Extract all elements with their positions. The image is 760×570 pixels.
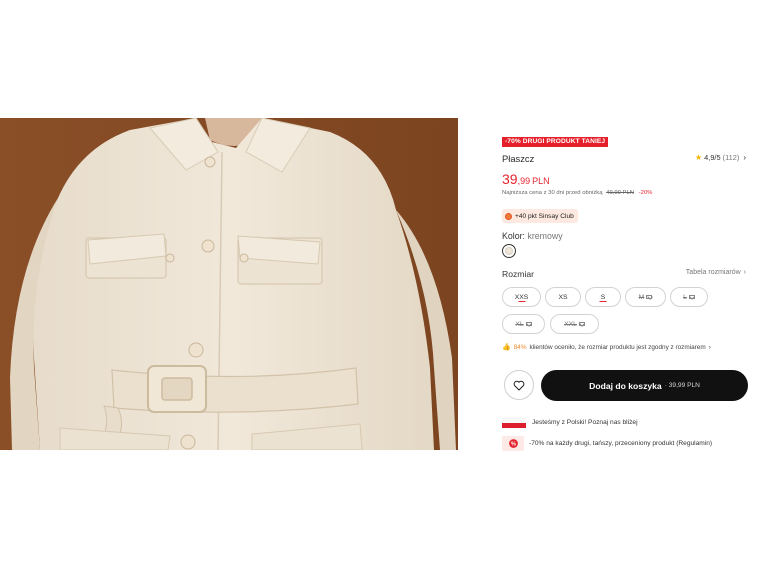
size-option-xl[interactable]: XL [502,314,545,334]
color-swatch-fill [505,247,513,255]
color-label-prefix: Kolor: [502,231,525,241]
poland-info-row[interactable]: Jesteśmy z Polski! Poznaj nas bliżej [502,417,638,428]
fit-text: klientów oceniło, że rozmiar produktu je… [529,343,706,351]
size-option-xs[interactable]: XS [545,287,581,307]
product-price: 39,99 PLN [502,171,550,189]
poland-info-text: Jesteśmy z Polski! Poznaj nas bliżej [532,419,638,426]
chevron-right-icon: › [743,153,746,162]
size-option-label: L [683,293,687,301]
club-points-badge: +40 pkt Sinsay Club [502,209,578,223]
size-option-m[interactable]: M [625,287,666,307]
lowest-price-info: Najniższa cena z 30 dni przed obniżką 49… [502,190,652,196]
wishlist-button[interactable] [504,370,534,400]
color-label: Kolor: kremowy [502,231,563,241]
size-option-xxs[interactable]: XXS [502,287,541,307]
size-label: Rozmiar [502,269,534,279]
add-to-cart-button[interactable]: Dodaj do koszyka · 39,99 PLN [541,370,748,401]
size-fit-info[interactable]: 👍 84% klientów oceniło, że rozmiar produ… [502,343,711,352]
size-option-label: M [638,293,645,301]
heart-icon [513,380,525,390]
size-option-xxl[interactable]: XXL [550,314,599,334]
svg-text:%: % [511,442,516,448]
chevron-right-icon: › [743,269,746,276]
color-value: kremowy [527,231,563,241]
mail-icon [688,294,695,300]
size-table-link[interactable]: Tabela rozmiarów › [686,269,746,276]
chevron-right-icon: › [708,343,711,351]
mail-icon [646,294,653,300]
price-integer: 39 [502,171,518,187]
club-points-label: +40 pkt Sinsay Club [515,212,574,220]
mail-icon [578,321,585,327]
star-icon: ★ [694,153,703,162]
fit-percent: 84% [513,343,527,351]
size-option-label: S [600,293,606,301]
size-option-l[interactable]: L [670,287,708,307]
promo-info-text: -70% na każdy drugi, tańszy, przeceniony… [529,440,713,447]
size-option-label: XXS [514,293,529,301]
add-to-cart-label: Dodaj do koszyka [589,380,662,391]
poland-flag-icon [502,417,526,428]
price-currency: PLN [532,176,550,186]
size-option-label: XL [515,320,524,328]
discount-percent: -20% [638,190,653,196]
mail-icon [525,321,532,327]
low-stock-indicator [518,300,525,302]
color-swatch-kremowy[interactable] [502,244,516,258]
percent-tag-icon: % [502,436,524,451]
old-price: 49,99 PLN [606,190,635,196]
coat-photo [0,118,458,450]
promo-info-row[interactable]: % -70% na każdy drugi, tańszy, przecenio… [502,436,712,451]
rating-score: 4,9/5 [704,153,721,162]
size-option-label: XS [558,293,568,301]
thumbs-up-icon: 👍 [502,344,511,351]
lowest-price-text: Najniższa cena z 30 dni przed obniżką [502,190,603,196]
product-title: Płaszcz [502,153,535,164]
price-decimal: ,99 [517,176,531,186]
product-image[interactable] [0,118,458,450]
add-to-cart-price: · 39,99 PLN [664,382,700,389]
promo-badge: -70% DRUGI PRODUKT TANIEJ [502,137,609,147]
rating[interactable]: ★ 4,9/5 (112) › [695,153,746,162]
coin-icon [505,212,512,220]
low-stock-indicator [599,300,607,302]
rating-count: (112) [722,153,740,162]
size-table-label: Tabela rozmiarów [685,269,741,276]
size-option-label: XXL [564,320,577,328]
size-option-s[interactable]: S [585,287,621,307]
